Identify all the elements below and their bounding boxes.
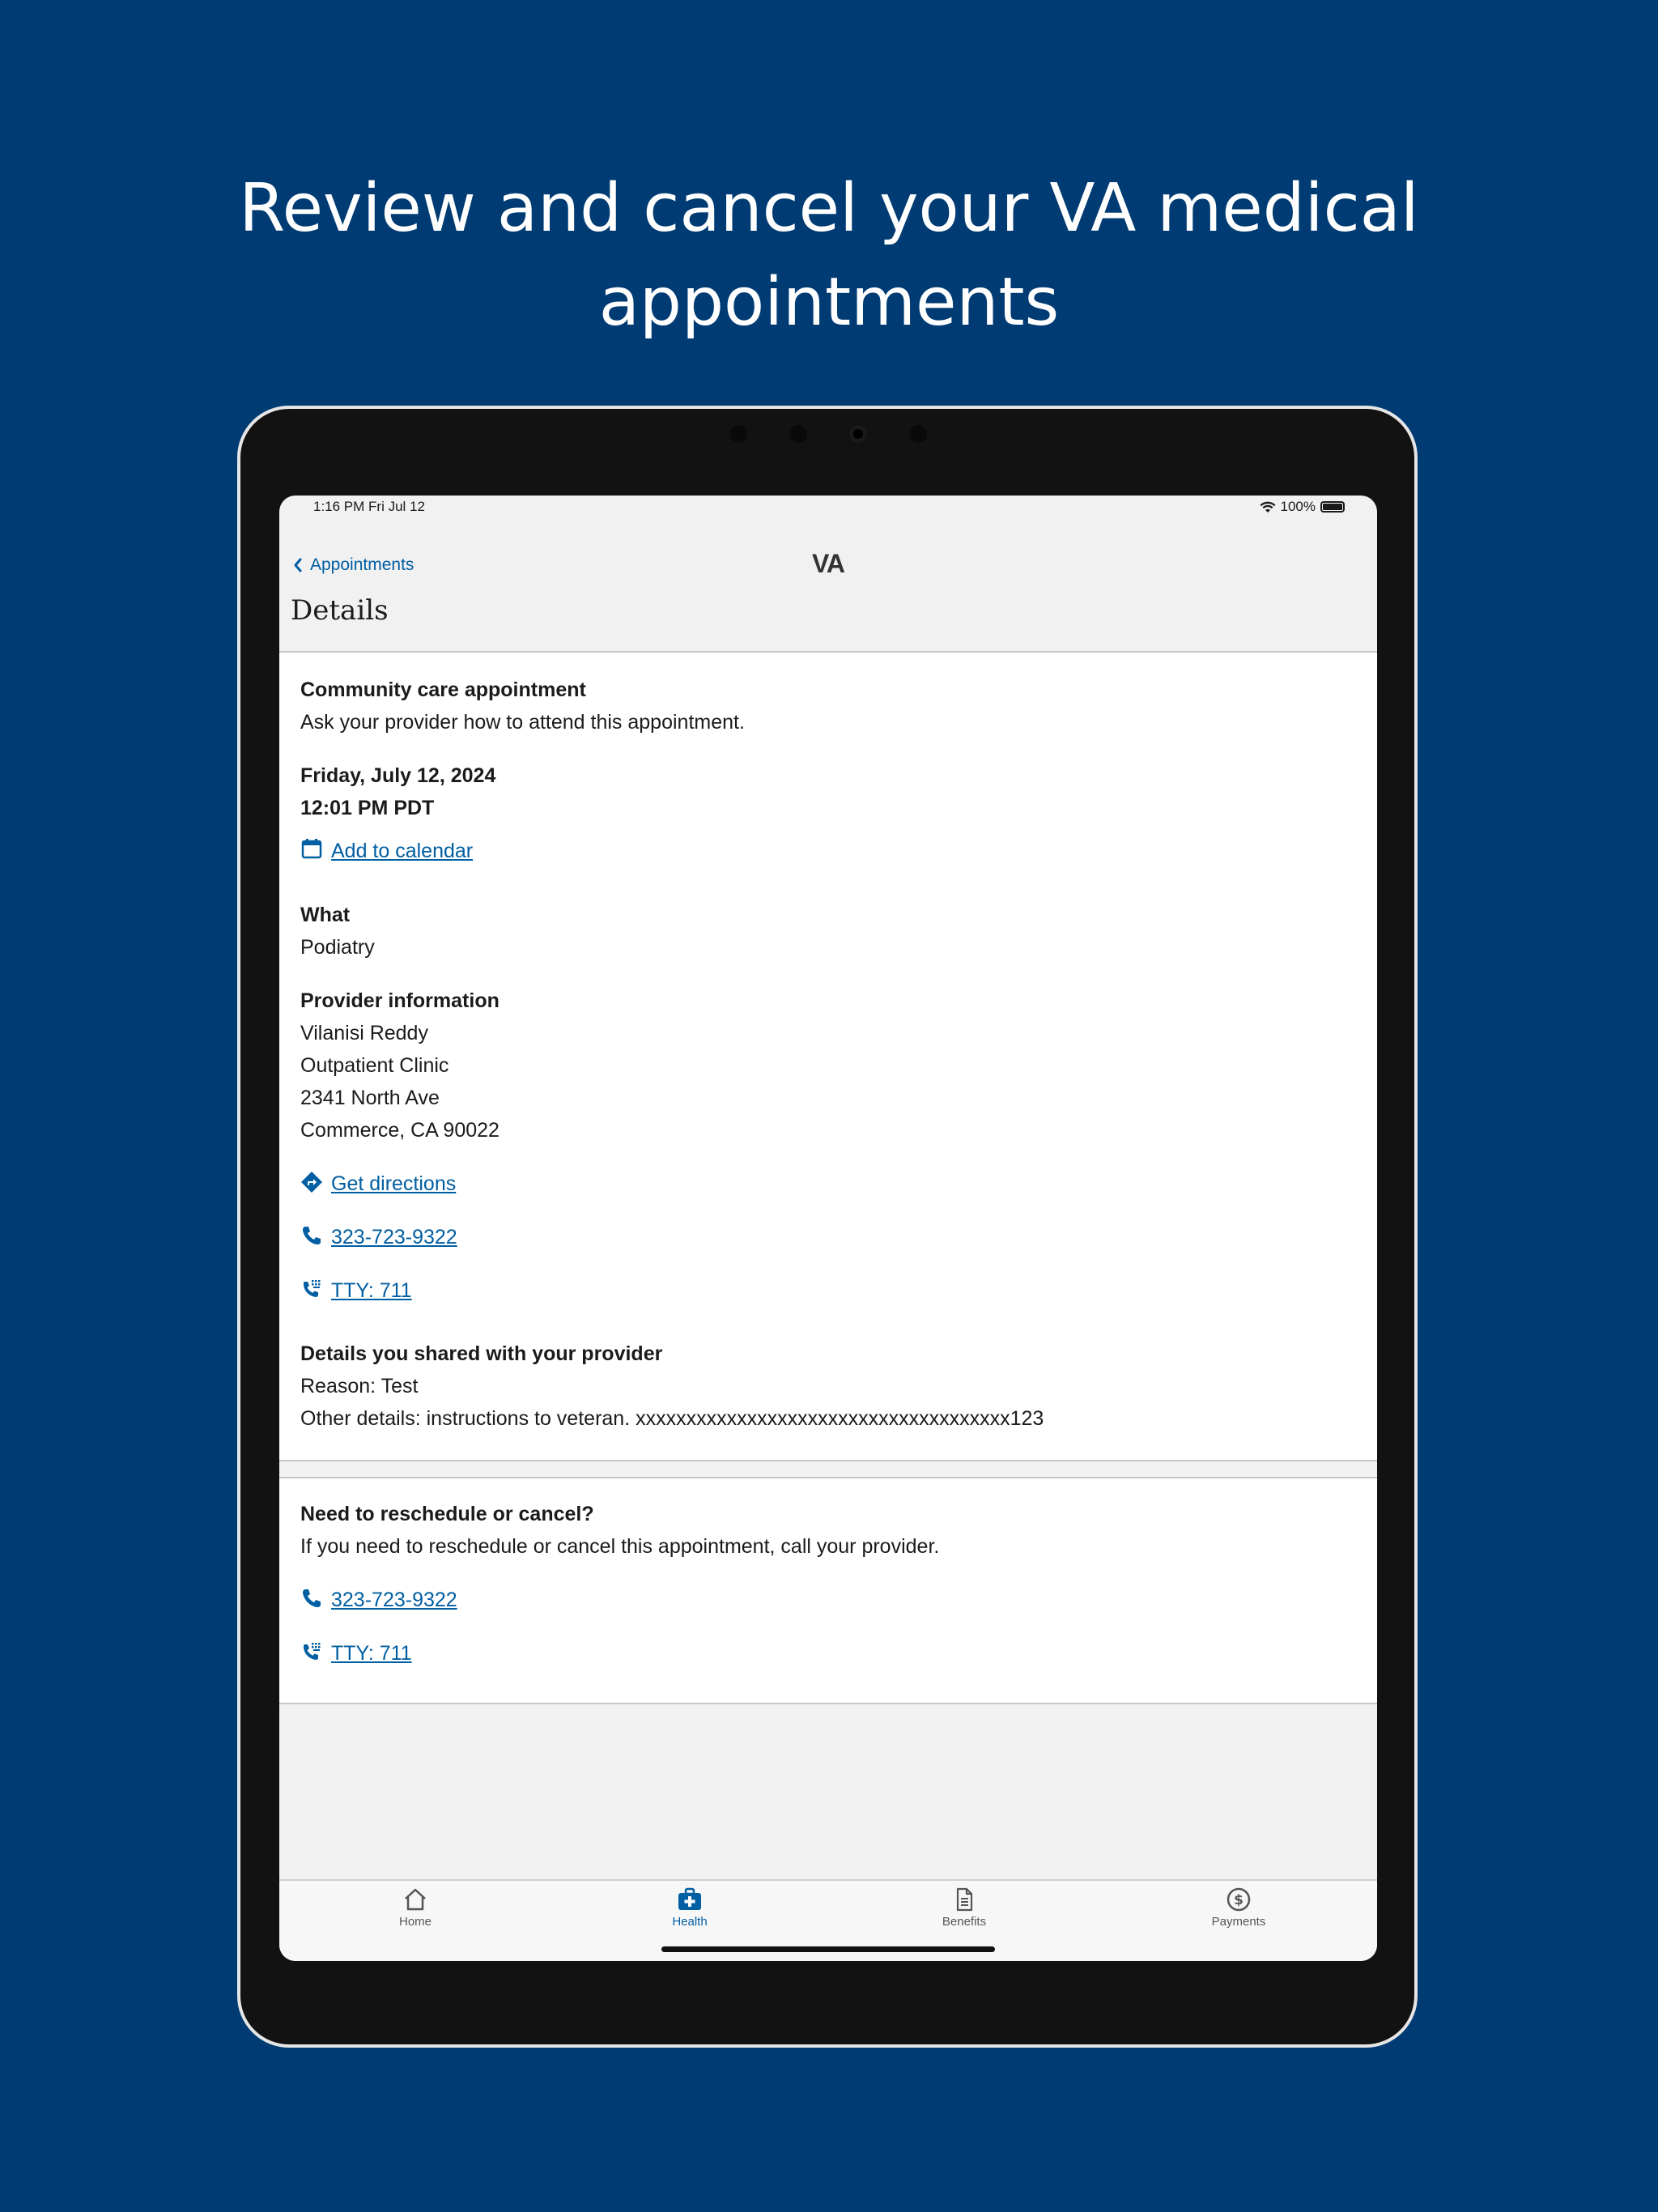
calendar-icon (301, 839, 322, 859)
provider-tty-link[interactable]: TTY: 711 (331, 1279, 412, 1303)
reschedule-body: If you need to reschedule or cancel this… (300, 1535, 940, 1558)
reschedule-heading: Need to reschedule or cancel? (300, 1503, 594, 1525)
provider-phone-link[interactable]: 323-723-9322 (331, 1226, 457, 1249)
app-screen: 1:16 PM Fri Jul 12 100% Appointments VA … (279, 496, 1377, 1961)
battery-icon (1320, 501, 1345, 513)
cancel-phone-link[interactable]: 323-723-9322 (331, 1589, 457, 1612)
appointment-details-card: Community care appointment Ask your prov… (279, 651, 1377, 1461)
va-logo: VA (811, 549, 845, 578)
home-icon (405, 1888, 426, 1911)
what-heading: What (300, 904, 351, 926)
sensor-dot (909, 425, 927, 443)
provider-facility: Outpatient Clinic (300, 1054, 449, 1077)
phone-icon (303, 1589, 321, 1607)
navigation-bar: Appointments VA (279, 544, 1377, 593)
home-indicator (661, 1946, 995, 1952)
appointment-time: 12:01 PM PDT (300, 797, 435, 819)
sensor-dot (789, 425, 807, 443)
phone-icon (303, 1227, 321, 1244)
tab-health[interactable]: Health (609, 1887, 771, 1929)
what-value: Podiatry (300, 936, 375, 959)
camera-array (240, 425, 1414, 445)
provider-name: Vilanisi Reddy (300, 1022, 428, 1044)
tty-icon (304, 1643, 321, 1660)
reschedule-cancel-card: Need to reschedule or cancel? If you nee… (279, 1477, 1377, 1704)
appointment-type-heading: Community care appointment (300, 678, 586, 701)
promo-headline: Review and cancel your VA medical appoin… (239, 170, 1419, 341)
tab-label: Benefits (942, 1915, 987, 1929)
tab-benefits[interactable]: Benefits (883, 1887, 1045, 1929)
appointment-type-note: Ask your provider how to attend this app… (300, 711, 745, 734)
tab-label: Health (672, 1915, 708, 1929)
add-to-calendar-link[interactable]: Add to calendar (331, 840, 473, 863)
shared-other-details: Other details: instructions to veteran. … (300, 1407, 1044, 1430)
provider-heading: Provider information (300, 989, 500, 1012)
shared-reason: Reason: Test (300, 1375, 419, 1397)
status-bar: 1:16 PM Fri Jul 12 100% (279, 496, 1377, 520)
camera-lens (849, 425, 867, 443)
battery-percent: 100% (1280, 499, 1316, 514)
get-directions-link[interactable]: Get directions (331, 1172, 456, 1196)
tab-home[interactable]: Home (334, 1887, 496, 1929)
dollar-circle-icon: $ (1226, 1887, 1251, 1912)
tab-label: Payments (1211, 1915, 1266, 1929)
svg-text:$: $ (1234, 1892, 1244, 1908)
medical-kit-icon (678, 1887, 701, 1910)
status-time: 1:16 PM Fri Jul 12 (313, 499, 425, 514)
document-icon (956, 1887, 973, 1912)
provider-city: Commerce, CA 90022 (300, 1119, 500, 1142)
cancel-tty-link[interactable]: TTY: 711 (331, 1642, 412, 1665)
sensor-dot (729, 425, 747, 443)
tab-label: Home (398, 1915, 432, 1929)
appointment-date: Friday, July 12, 2024 (300, 764, 496, 787)
page-title: Details (291, 594, 389, 627)
provider-street: 2341 North Ave (300, 1087, 440, 1109)
shared-details-heading: Details you shared with your provider (300, 1342, 663, 1365)
status-indicators: 100% (1260, 499, 1345, 515)
directions-icon (301, 1172, 322, 1193)
tab-payments[interactable]: $ Payments (1158, 1887, 1320, 1929)
tty-icon (304, 1280, 321, 1297)
wifi-icon (1260, 501, 1276, 513)
